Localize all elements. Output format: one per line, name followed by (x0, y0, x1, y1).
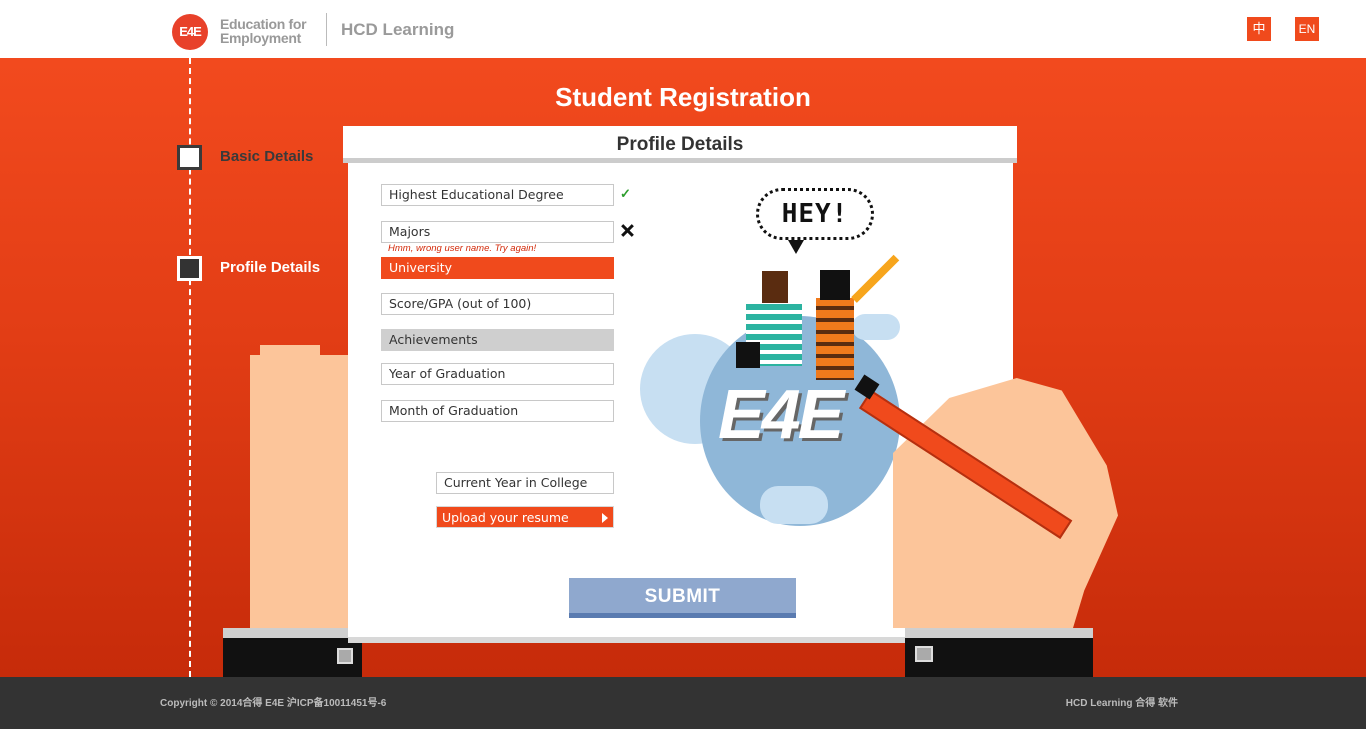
speech-bubble: HEY! (756, 188, 874, 240)
current-year-field[interactable]: Current Year in College (436, 472, 614, 494)
arrow-right-icon (602, 513, 608, 523)
cloud-icon (760, 486, 828, 524)
left-cuff-illustration (223, 628, 362, 677)
hey-illustration: HEY! E4E (630, 186, 920, 536)
e4e-big-logo: E4E (718, 375, 844, 453)
step-checkbox-icon (177, 145, 202, 170)
university-field[interactable]: University (381, 257, 614, 279)
student-girl-head-icon (820, 270, 850, 300)
left-hand-thumb (260, 345, 320, 365)
header: E4E Education for Employment HCD Learnin… (0, 0, 1366, 58)
logo-text: Education for Employment (220, 16, 307, 46)
app-name[interactable]: HCD Learning (341, 20, 454, 40)
speech-bubble-tail (788, 240, 804, 254)
upload-resume-button[interactable]: Upload your resume (436, 506, 614, 528)
majors-error-message: Hmm, wrong user name. Try again! (388, 243, 537, 254)
backpack-icon (736, 342, 760, 368)
degree-field[interactable]: Highest Educational Degree (381, 184, 614, 206)
e4e-logo-icon[interactable]: E4E (172, 14, 208, 50)
language-zh-button[interactable]: 中 (1247, 17, 1271, 41)
cuff-button-icon (915, 646, 933, 662)
footer: Copyright © 2014合得 E4E 沪ICP备10011451号-6 … (0, 677, 1366, 729)
graduation-month-field[interactable]: Month of Graduation (381, 400, 614, 422)
page-title: Student Registration (555, 82, 811, 112)
check-icon: ✓ (620, 186, 631, 201)
step-label: Basic Details (220, 148, 314, 165)
student-boy-head-icon (762, 271, 788, 303)
submit-button[interactable]: SUBMIT (569, 578, 796, 618)
logo-line-2: Employment (220, 30, 302, 46)
graduation-year-field[interactable]: Year of Graduation (381, 363, 614, 385)
form-heading: Profile Details (616, 134, 744, 155)
achievements-field[interactable]: Achievements (381, 329, 614, 351)
upload-resume-label: Upload your resume (442, 510, 569, 525)
form-header: Profile Details (343, 126, 1017, 163)
step-label: Profile Details (220, 259, 321, 276)
girl-arm-icon (851, 254, 900, 303)
cuff-button-icon (337, 648, 353, 664)
logo-divider (326, 13, 327, 46)
copyright-text: Copyright © 2014合得 E4E 沪ICP备10011451号-6 (160, 698, 387, 709)
footer-brand-text: HCD Learning 合得 软件 (1065, 698, 1178, 709)
x-icon (620, 223, 635, 238)
language-en-button[interactable]: EN (1295, 17, 1319, 41)
score-field[interactable]: Score/GPA (out of 100) (381, 293, 614, 315)
right-cuff-illustration (905, 628, 1093, 677)
logo-line-1: Education for (220, 16, 307, 32)
step-checkbox-icon (177, 256, 202, 281)
student-girl-icon (816, 298, 854, 380)
majors-field[interactable]: Majors (381, 221, 614, 243)
main-stage: Student Registration Basic Details Profi… (0, 58, 1366, 677)
cloud-icon (852, 314, 900, 340)
